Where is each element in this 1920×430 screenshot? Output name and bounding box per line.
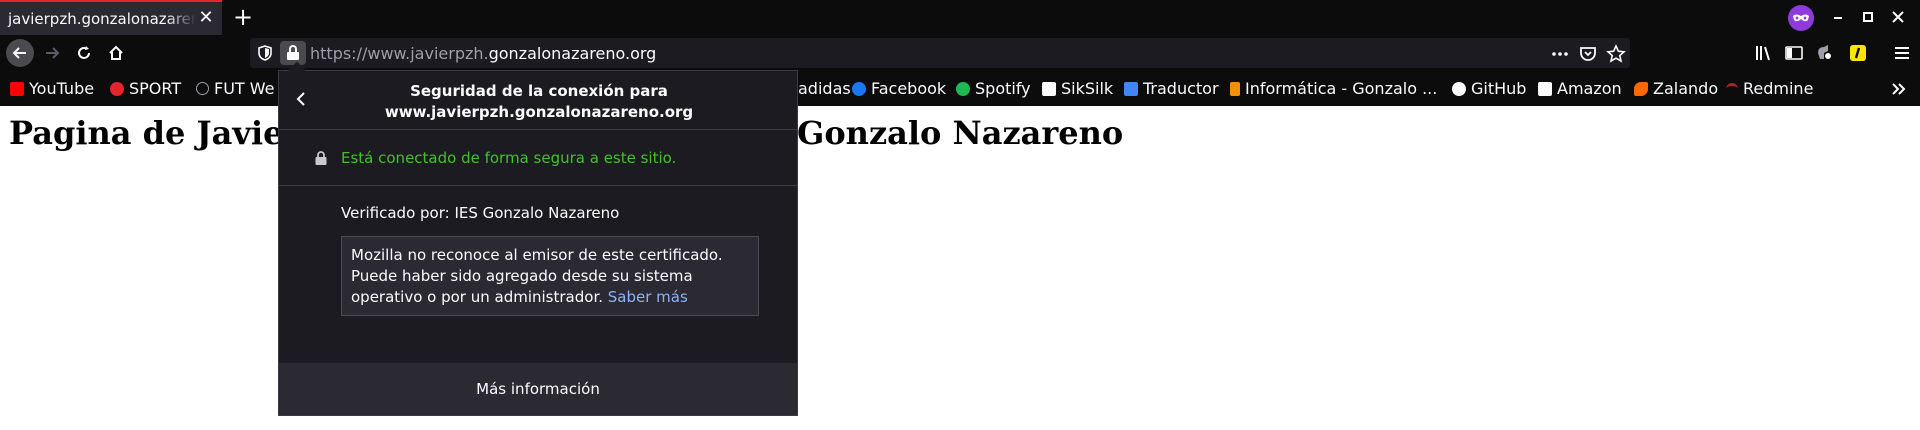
private-browsing-icon <box>1788 5 1814 31</box>
divider <box>279 185 797 186</box>
url-domain: gonzalonazareno.org <box>488 44 657 63</box>
bookmark-label: Traductor <box>1143 79 1219 98</box>
divider <box>279 129 797 130</box>
verified-by-text: Verificado por: IES Gonzalo Nazareno <box>341 204 620 222</box>
facebook-icon <box>852 81 866 96</box>
page-heading-left: Pagina de Javie <box>9 114 284 152</box>
bookmark-label: Redmine <box>1743 79 1814 98</box>
siksilk-icon <box>1042 81 1056 96</box>
extension-icon[interactable] <box>1814 43 1834 63</box>
bookmark-label: YouTube <box>29 79 95 98</box>
browser-tab[interactable]: javierpzh.gonzalonazareno.org ✕ <box>0 0 222 35</box>
bookmark-informatica[interactable]: Informática - Gonzalo ... <box>1230 71 1437 106</box>
learn-more-link[interactable]: Saber más <box>608 288 688 306</box>
home-icon <box>109 45 123 60</box>
spotify-icon <box>956 81 970 96</box>
bookmark-sport[interactable]: SPORT <box>110 71 181 106</box>
new-tab-button[interactable]: + <box>230 4 256 30</box>
bookmarks-overflow-button[interactable] <box>1890 71 1908 106</box>
bookmark-siksilk[interactable]: SikSilk <box>1042 71 1113 106</box>
bookmark-github[interactable]: GitHub <box>1452 71 1526 106</box>
bookmark-label: SPORT <box>129 79 182 98</box>
bookmark-facebook[interactable]: Facebook <box>852 71 946 106</box>
sidebar-icon[interactable] <box>1784 43 1804 63</box>
bookmark-zalando[interactable]: Zalando <box>1634 71 1718 106</box>
translate-icon <box>1124 81 1138 96</box>
bookmark-spotify[interactable]: Spotify <box>956 71 1031 106</box>
bookmark-traductor[interactable]: Traductor <box>1124 71 1219 106</box>
pocket-icon[interactable] <box>1578 44 1598 64</box>
bookmark-label: SikSilk <box>1061 79 1114 98</box>
more-information-label: Más información <box>476 380 600 398</box>
reload-icon <box>78 46 90 59</box>
reload-button[interactable] <box>70 39 98 67</box>
secure-status-text: Está conectado de forma segura a este si… <box>341 149 677 167</box>
tab-title: javierpzh.gonzalonazareno.org <box>8 9 196 28</box>
connection-security-panel: Seguridad de la conexión para www.javier… <box>278 61 798 416</box>
zalando-icon <box>1634 81 1648 96</box>
close-tab-icon[interactable]: ✕ <box>196 8 216 28</box>
amazon-icon <box>1538 81 1552 96</box>
bookmark-fut-web[interactable]: FUT We <box>196 71 275 106</box>
bookmark-star-icon[interactable] <box>1606 44 1626 64</box>
youtube-icon <box>10 81 24 96</box>
panel-title: Seguridad de la conexión para www.javier… <box>339 81 739 123</box>
url-prefix: https://www.javierpzh. <box>310 44 489 63</box>
bookmark-label: Amazon <box>1557 79 1622 98</box>
chevron-left-icon[interactable] <box>291 89 311 109</box>
url-text[interactable]: https://www.javierpzh.gonzalonazareno.or… <box>310 44 656 63</box>
bookmark-label: FUT We <box>214 79 275 98</box>
bookmark-label: GitHub <box>1471 79 1527 98</box>
bookmark-label: Facebook <box>871 79 947 98</box>
page-heading-right: Gonzalo Nazareno <box>797 114 1124 152</box>
library-icon[interactable] <box>1754 43 1774 63</box>
forward-arrow-icon <box>46 47 60 59</box>
page-actions-icon[interactable] <box>1550 44 1570 64</box>
close-window-button[interactable] <box>1888 7 1908 27</box>
bookmark-label: Zalando <box>1653 79 1719 98</box>
address-bar[interactable]: https://www.javierpzh.gonzalonazareno.or… <box>250 38 1630 68</box>
bookmark-label: Spotify <box>975 79 1031 98</box>
tracking-protection-shield-icon[interactable] <box>256 44 274 62</box>
hamburger-menu-icon[interactable] <box>1892 43 1912 63</box>
bookmark-youtube[interactable]: YouTube <box>10 71 94 106</box>
sport-icon <box>110 81 124 96</box>
bookmark-redmine[interactable]: Redmine <box>1726 71 1813 106</box>
tab-strip: javierpzh.gonzalonazareno.org ✕ + <box>0 0 1920 35</box>
lock-icon <box>315 151 327 165</box>
forward-button[interactable] <box>38 39 66 67</box>
redmine-icon <box>1726 83 1738 94</box>
more-information-button[interactable]: Más información <box>279 363 797 415</box>
moodle-icon <box>1230 81 1240 96</box>
bookmark-label: adidas <box>798 79 851 98</box>
panel-title-line1: Seguridad de la conexión para <box>410 82 668 100</box>
back-arrow-icon <box>12 47 26 59</box>
panel-title-host: www.javierpzh.gonzalonazareno.org <box>384 103 694 121</box>
site-identity-button[interactable] <box>280 41 306 65</box>
navigation-toolbar: https://www.javierpzh.gonzalonazareno.or… <box>0 35 1920 71</box>
extension-yellow-icon[interactable] <box>1848 43 1868 63</box>
chevron-double-right-icon <box>1892 82 1906 95</box>
bookmark-amazon[interactable]: Amazon <box>1538 71 1622 106</box>
minimize-button[interactable] <box>1828 7 1848 27</box>
github-icon <box>1452 81 1466 96</box>
maximize-button[interactable] <box>1858 7 1878 27</box>
certificate-warning-box: Mozilla no reconoce al emisor de este ce… <box>341 236 759 316</box>
bookmark-label: Informática - Gonzalo ... <box>1245 79 1438 98</box>
globe-icon <box>196 82 209 95</box>
lock-icon <box>287 45 299 60</box>
back-button[interactable] <box>6 39 34 67</box>
home-button[interactable] <box>102 39 130 67</box>
bookmark-adidas[interactable]: adidas <box>798 71 851 106</box>
secure-connection-row: Está conectado de forma segura a este si… <box>279 131 797 185</box>
